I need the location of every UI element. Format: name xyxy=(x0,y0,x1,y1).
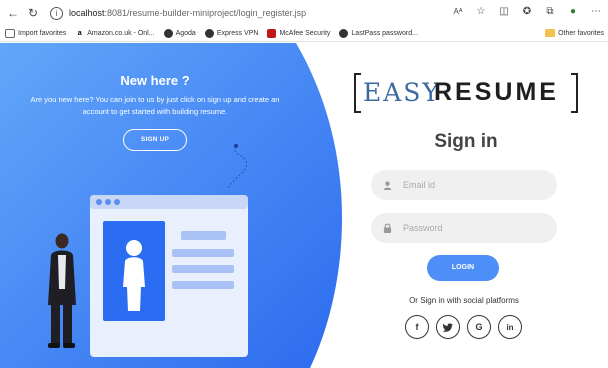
more-icon[interactable]: ⋯ xyxy=(590,5,602,17)
mcafee-icon xyxy=(267,29,277,38)
refresh-icon[interactable]: ↻ xyxy=(26,6,40,20)
back-icon[interactable]: ← xyxy=(6,6,20,20)
agoda-icon xyxy=(163,29,173,38)
expressvpn-icon xyxy=(204,29,214,38)
lastpass-icon xyxy=(339,29,349,38)
easyresume-logo: EASY RESUME xyxy=(354,73,578,113)
url-path: :8081/resume-builder-miniproject/login_r… xyxy=(104,8,307,18)
extension-icon[interactable]: ● xyxy=(567,5,579,17)
logo-bracket-right xyxy=(571,73,578,113)
bookmark-agoda[interactable]: Agoda xyxy=(163,29,196,38)
url-host: localhost xyxy=(69,8,105,18)
bookmark-label: LastPass password... xyxy=(351,30,418,37)
password-input[interactable] xyxy=(401,222,545,234)
user-icon xyxy=(382,180,392,190)
bookmark-label: Agoda xyxy=(175,30,196,37)
facebook-icon[interactable]: f xyxy=(405,315,429,339)
info-icon[interactable]: i xyxy=(50,6,63,20)
read-aloud-icon[interactable]: Aᴬ xyxy=(452,5,464,17)
login-page: New here ? Are you new here? You can joi… xyxy=(0,43,608,368)
email-field[interactable] xyxy=(371,170,557,200)
bookmark-import[interactable]: Import favorites xyxy=(5,29,66,38)
split-screen-icon[interactable]: ◫ xyxy=(498,5,510,17)
linkedin-icon[interactable]: in xyxy=(498,315,522,339)
twitter-icon[interactable] xyxy=(436,315,460,339)
favorites-icon[interactable]: ✪ xyxy=(521,5,533,17)
google-icon[interactable]: G xyxy=(467,315,491,339)
logo-resume-text: RESUME xyxy=(434,78,559,106)
bookmark-amazon[interactable]: a Amazon.co.uk - Onl... xyxy=(75,29,155,38)
other-favorites[interactable]: Other favorites xyxy=(545,29,604,37)
address-bar[interactable]: i localhost :8081/resume-builder-minipro… xyxy=(50,4,306,22)
lock-icon xyxy=(382,223,392,233)
other-favorites-label: Other favorites xyxy=(558,29,604,37)
social-signin-text: Or Sign in with social platforms xyxy=(409,296,519,305)
password-field[interactable] xyxy=(371,213,557,243)
resume-illustration xyxy=(48,144,248,357)
favorite-star-icon[interactable]: ☆ xyxy=(475,5,487,17)
logo-easy-text: EASY xyxy=(363,78,441,107)
import-icon xyxy=(5,29,15,38)
email-input[interactable] xyxy=(401,179,545,191)
logo-bracket-left xyxy=(354,73,361,113)
bookmark-label: Import favorites xyxy=(18,30,67,37)
person-figure xyxy=(48,233,76,348)
decor-dashed-line xyxy=(227,146,248,189)
bookmark-mcafee[interactable]: McAfee Security xyxy=(267,29,330,38)
bookmark-label: McAfee Security xyxy=(279,30,331,37)
bookmark-lastpass[interactable]: LastPass password... xyxy=(339,29,418,38)
bookmark-label: Express VPN xyxy=(216,30,259,37)
bookmarks-bar: Import favorites a Amazon.co.uk - Onl...… xyxy=(0,26,608,42)
folder-icon xyxy=(545,29,556,37)
decor-dot xyxy=(234,144,238,148)
signin-heading: Sign in xyxy=(434,131,498,152)
collections-icon[interactable]: ⧉ xyxy=(544,5,556,17)
bookmark-label: Amazon.co.uk - Onl... xyxy=(87,30,155,37)
login-button[interactable]: LOGIN xyxy=(427,255,499,281)
bookmark-expressvpn[interactable]: Express VPN xyxy=(204,29,259,38)
browser-toolbar: ← ↻ i localhost :8081/resume-builder-min… xyxy=(0,0,608,26)
amazon-icon: a xyxy=(77,30,82,37)
browser-window-graphic xyxy=(90,195,248,357)
